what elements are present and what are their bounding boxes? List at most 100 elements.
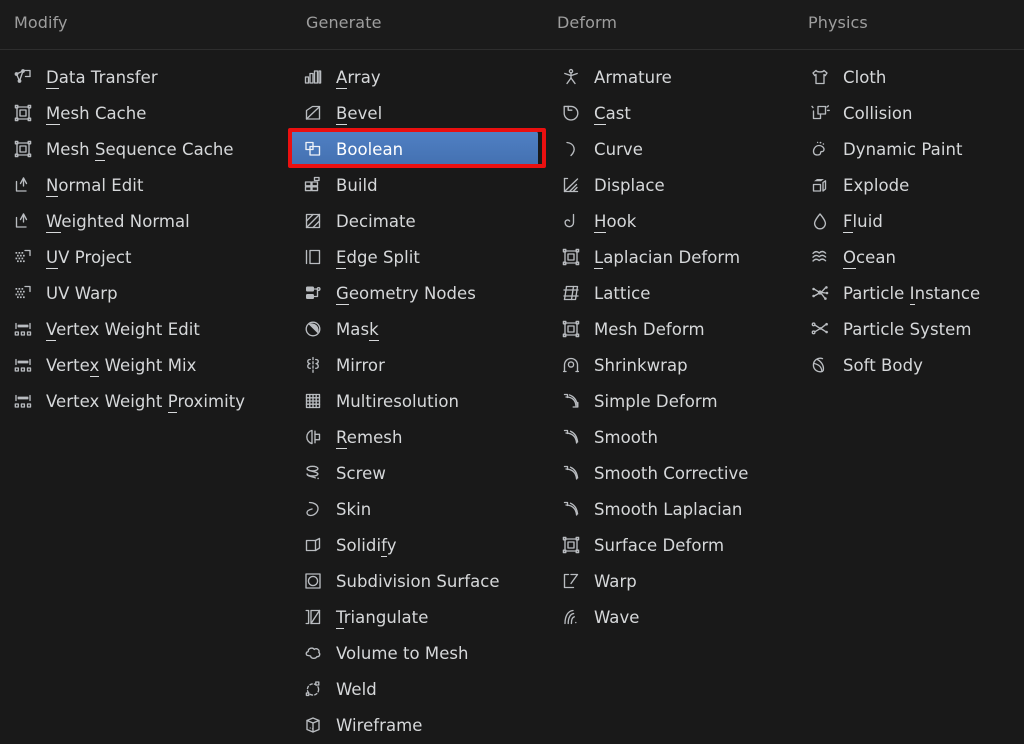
menu-item-triangulate[interactable]: Triangulate [290,599,538,635]
menu-item-edge-split[interactable]: Edge Split [290,239,538,275]
menu-item-label: Curve [594,139,643,159]
menu-item-weld[interactable]: Weld [290,671,538,707]
menu-item-screw[interactable]: Screw [290,455,538,491]
menu-item-array[interactable]: Array [290,59,538,95]
menu-item-vertex-weight-mix[interactable]: Vertex Weight Mix [0,347,248,383]
menu-item-decimate[interactable]: Decimate [290,203,538,239]
menu-item-label: Fluid [843,211,883,233]
column-title-modify: Modify [14,13,68,32]
menu-item-hook[interactable]: Hook [548,203,796,239]
menu-item-particle-system[interactable]: Particle System [797,311,1024,347]
menu-item-armature[interactable]: Armature [548,59,796,95]
menu-item-mesh-deform[interactable]: Mesh Deform [548,311,796,347]
menu-item-explode[interactable]: Explode [797,167,1024,203]
menu-item-label: Simple Deform [594,391,718,411]
menu-item-wave[interactable]: Wave [548,599,796,635]
menu-item-mesh-sequence-cache[interactable]: Mesh Sequence Cache [0,131,248,167]
menu-item-mirror[interactable]: Mirror [290,347,538,383]
menu-item-data-transfer[interactable]: Data Transfer [0,59,248,95]
soft-body-icon [809,354,831,376]
menu-item-lattice[interactable]: Lattice [548,275,796,311]
decimate-icon [302,210,324,232]
menu-item-uv-project[interactable]: UV Project [0,239,248,275]
menu-item-label: Hook [594,211,637,233]
menu-item-label: Warp [594,571,637,591]
menu-item-boolean[interactable]: Boolean [290,131,538,167]
menu-item-weighted-normal[interactable]: Weighted Normal [0,203,248,239]
particle-system-icon [809,318,831,340]
curve-icon [560,138,582,160]
menu-item-shrinkwrap[interactable]: Shrinkwrap [548,347,796,383]
menu-item-ocean[interactable]: Ocean [797,239,1024,275]
menu-item-label: Shrinkwrap [594,355,688,375]
menu-item-particle-instance[interactable]: Particle Instance [797,275,1024,311]
weighted-normal-icon [12,210,34,232]
menu-item-label: Smooth [594,427,658,447]
menu-item-label: UV Warp [46,283,118,303]
screw-icon [302,462,324,484]
menu-item-label: Subdivision Surface [336,571,500,591]
mirror-icon [302,354,324,376]
menu-item-label: UV Project [46,247,132,269]
menu-item-label: Soft Body [843,355,923,375]
menu-item-label: Screw [336,463,386,483]
uv-project-icon [12,246,34,268]
menu-item-smooth-corrective[interactable]: Smooth Corrective [548,455,796,491]
menu-item-label: Weld [336,679,377,699]
menu-item-label: Smooth Laplacian [594,499,743,519]
collision-icon [809,102,831,124]
menu-item-label: Mesh Cache [46,103,147,125]
menu-item-subdivision-surface[interactable]: Subdivision Surface [290,563,538,599]
uv-warp-icon [12,282,34,304]
menu-item-wireframe[interactable]: Wireframe [290,707,538,743]
menu-item-fluid[interactable]: Fluid [797,203,1024,239]
modifier-column-generate: Array Bevel Boolean Build Decimate Edge Split… [290,59,538,743]
menu-item-label: Decimate [336,211,416,231]
menu-item-mask[interactable]: Mask [290,311,538,347]
menu-item-bevel[interactable]: Bevel [290,95,538,131]
menu-item-cast[interactable]: Cast [548,95,796,131]
surface-deform-icon [560,534,582,556]
menu-item-vertex-weight-proximity[interactable]: Vertex Weight Proximity [0,383,248,419]
menu-item-volume-to-mesh[interactable]: Volume to Mesh [290,635,538,671]
multiresolution-icon [302,390,324,412]
menu-item-label: Remesh [336,427,403,449]
menu-item-simple-deform[interactable]: Simple Deform [548,383,796,419]
modifier-column-physics: Cloth Collision Dynamic Paint Explode Fluid O… [797,59,1024,383]
smooth-corrective-icon [560,462,582,484]
edge-split-icon [302,246,324,268]
column-title-deform: Deform [557,13,618,32]
menu-item-laplacian-deform[interactable]: Laplacian Deform [548,239,796,275]
menu-item-uv-warp[interactable]: UV Warp [0,275,248,311]
menu-item-normal-edit[interactable]: Normal Edit [0,167,248,203]
menu-item-multiresolution[interactable]: Multiresolution [290,383,538,419]
menu-item-skin[interactable]: Skin [290,491,538,527]
menu-item-solidify[interactable]: Solidify [290,527,538,563]
shrinkwrap-icon [560,354,582,376]
menu-item-curve[interactable]: Curve [548,131,796,167]
menu-item-cloth[interactable]: Cloth [797,59,1024,95]
menu-item-mesh-cache[interactable]: Mesh Cache [0,95,248,131]
menu-item-surface-deform[interactable]: Surface Deform [548,527,796,563]
menu-item-smooth-laplacian[interactable]: Smooth Laplacian [548,491,796,527]
smooth-icon [560,426,582,448]
menu-item-build[interactable]: Build [290,167,538,203]
warp-icon [560,570,582,592]
menu-item-label: Mesh Sequence Cache [46,139,234,161]
menu-item-smooth[interactable]: Smooth [548,419,796,455]
menu-item-vertex-weight-edit[interactable]: Vertex Weight Edit [0,311,248,347]
menu-item-label: Mirror [336,355,385,375]
cloth-icon [809,66,831,88]
menu-item-label: Geometry Nodes [336,283,476,305]
menu-item-warp[interactable]: Warp [548,563,796,599]
vertex-weight-edit-icon [12,318,34,340]
dynamic-paint-icon [809,138,831,160]
menu-item-dynamic-paint[interactable]: Dynamic Paint [797,131,1024,167]
menu-item-displace[interactable]: Displace [548,167,796,203]
menu-item-label: Volume to Mesh [336,643,469,663]
menu-item-collision[interactable]: Collision [797,95,1024,131]
menu-item-remesh[interactable]: Remesh [290,419,538,455]
menu-item-soft-body[interactable]: Soft Body [797,347,1024,383]
menu-item-label: Array [336,67,381,89]
menu-item-geometry-nodes[interactable]: Geometry Nodes [290,275,538,311]
